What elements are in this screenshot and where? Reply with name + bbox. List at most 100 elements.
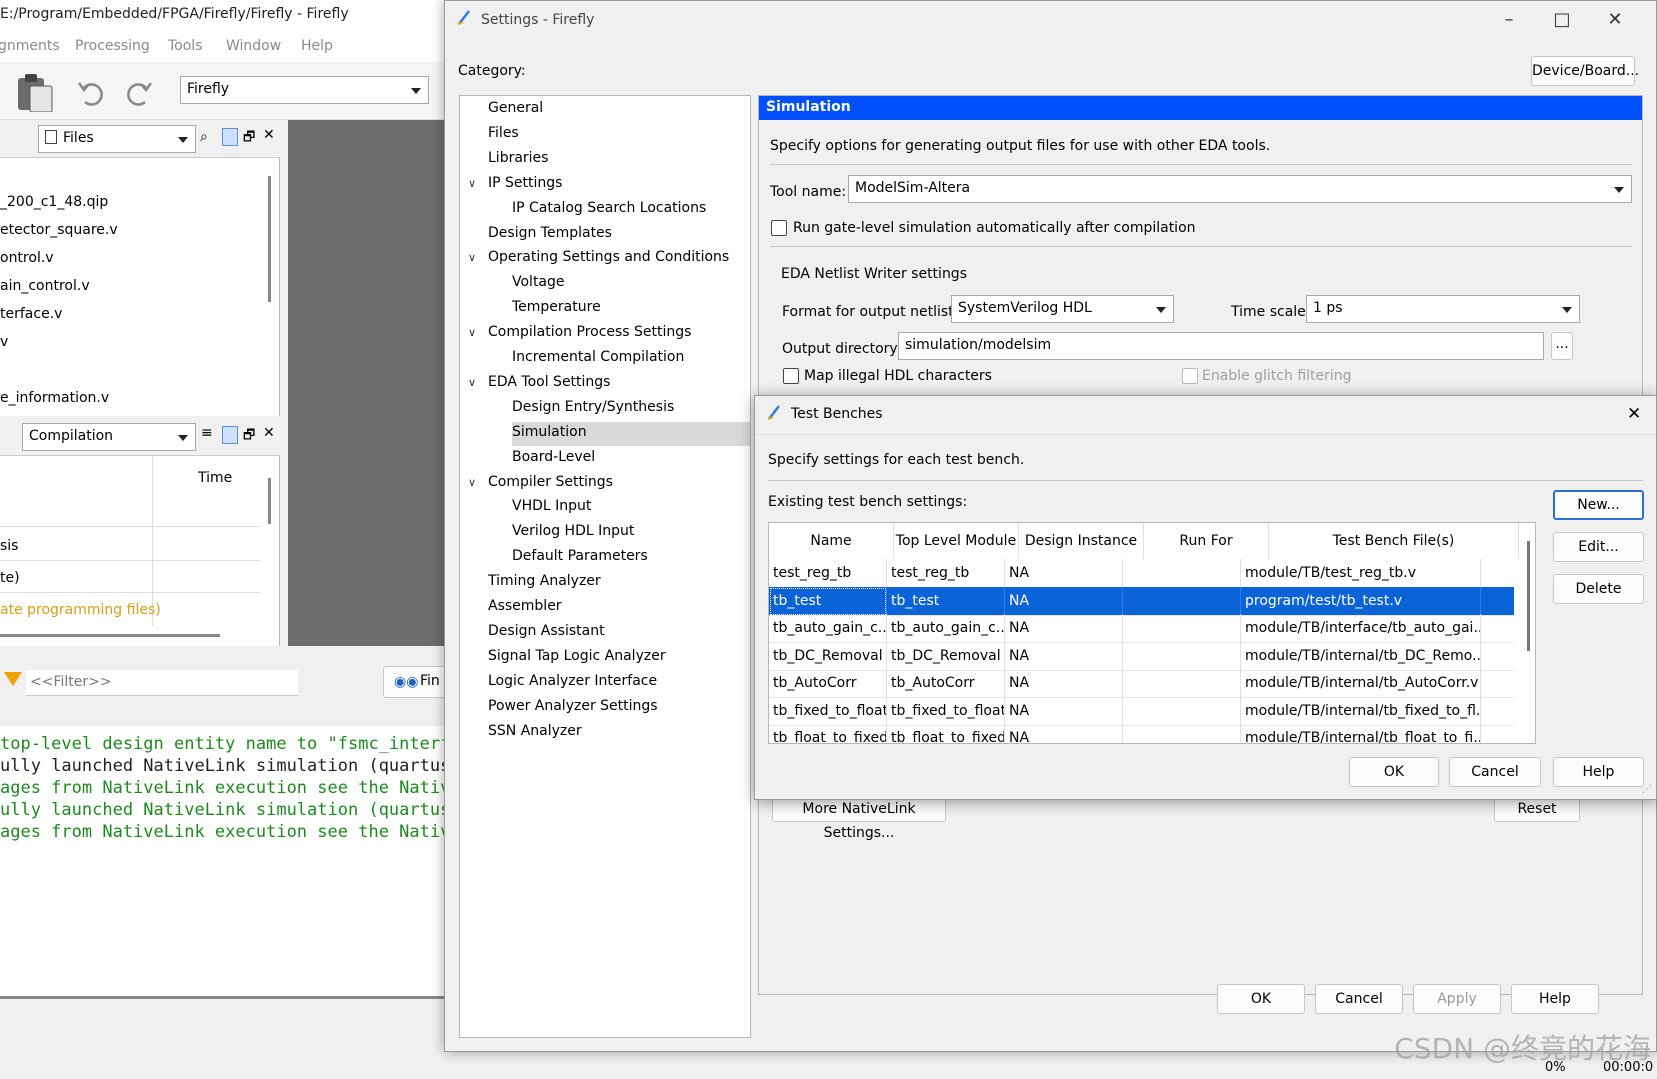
column-header-top-level[interactable]: Top Level Module (894, 523, 1019, 559)
category-item[interactable]: EDA Tool Settings (488, 374, 610, 390)
chevron-down-icon[interactable]: ∨ (468, 476, 476, 489)
vertical-scrollbar[interactable] (1527, 541, 1530, 651)
category-item[interactable]: IP Settings (488, 175, 562, 191)
menu-tools[interactable]: Tools (168, 38, 203, 54)
category-item[interactable]: Libraries (488, 150, 548, 166)
horizontal-scrollbar[interactable] (0, 634, 220, 637)
category-item[interactable]: SSN Analyzer (488, 723, 582, 739)
category-item[interactable]: Design Templates (488, 225, 612, 241)
run-gate-level-checkbox[interactable] (771, 220, 787, 236)
category-item[interactable]: Compilation Process Settings (488, 324, 691, 340)
settings-cancel-button[interactable]: Cancel (1315, 984, 1403, 1014)
edit-test-bench-button[interactable]: Edit... (1553, 532, 1644, 562)
close-icon[interactable]: ✕ (263, 127, 275, 143)
minimize-icon[interactable]: – (1494, 9, 1524, 31)
category-item[interactable]: Simulation (512, 424, 587, 440)
category-item[interactable]: IP Catalog Search Locations (512, 200, 706, 216)
chevron-down-icon[interactable]: ∨ (468, 177, 476, 190)
browse-button[interactable]: ... (1551, 332, 1573, 360)
file-item[interactable]: etector_square.v (0, 222, 118, 238)
table-row[interactable]: tb_float_to_fixed tb_float_to_fixed NA modu… (769, 724, 1514, 743)
glitch-checkbox[interactable] (1182, 368, 1198, 384)
map-illegal-checkbox[interactable] (783, 368, 799, 384)
undo-icon[interactable] (76, 78, 106, 108)
column-header-run-for[interactable]: Run For (1144, 523, 1269, 559)
column-header-design-instance[interactable]: Design Instance (1019, 523, 1144, 559)
redo-icon[interactable] (124, 78, 154, 108)
file-item[interactable]: ontrol.v (0, 250, 54, 266)
category-item[interactable]: VHDL Input (512, 498, 591, 514)
chevron-down-icon[interactable]: ∨ (468, 326, 476, 339)
table-row[interactable]: tb_test tb_test NA program/test/tb_test.v (769, 586, 1514, 616)
table-row[interactable]: tb_auto_gain_c... tb_auto_gain_c... NA modu… (769, 614, 1514, 643)
category-item[interactable]: Files (488, 125, 519, 141)
find-button[interactable]: ◉◉ Fin (383, 666, 453, 698)
timescale-combo[interactable]: 1 ps (1306, 295, 1580, 323)
chevron-down-icon[interactable]: ∨ (468, 376, 476, 389)
category-item[interactable]: Temperature (512, 299, 601, 315)
paste-icon[interactable] (16, 72, 54, 113)
tb-ok-button[interactable]: OK (1349, 757, 1439, 787)
settings-help-button[interactable]: Help (1511, 984, 1599, 1014)
category-item[interactable]: Voltage (512, 274, 565, 290)
table-row[interactable]: tb_fixed_to_float tb_fixed_to_float NA modu… (769, 696, 1514, 726)
float-icon[interactable]: 🗗 (243, 426, 255, 448)
chevron-down-icon[interactable]: ∨ (468, 251, 476, 264)
project-combo[interactable]: Firefly (180, 76, 429, 104)
console-hscrollbar[interactable] (0, 996, 450, 999)
menu-processing[interactable]: Processing (75, 38, 150, 54)
tasks-view-combo[interactable]: Compilation (22, 423, 196, 451)
settings-ok-button[interactable]: OK (1217, 984, 1305, 1014)
list-icon[interactable]: ≡ (201, 425, 213, 441)
new-test-bench-button[interactable]: New... (1553, 490, 1644, 520)
table-row[interactable]: tb_AutoCorr tb_AutoCorr NA module/TB/intern… (769, 669, 1514, 698)
menu-assignments[interactable]: gnments (0, 38, 60, 54)
table-row[interactable]: test_reg_tb test_reg_tb NA module/TB/test_r… (769, 559, 1514, 588)
category-item[interactable]: Default Parameters (512, 548, 648, 564)
settings-apply-button[interactable]: Apply (1413, 984, 1501, 1014)
resize-grip-icon[interactable]: ⋰ (1642, 784, 1652, 795)
category-item[interactable]: Power Analyzer Settings (488, 698, 658, 714)
menu-window[interactable]: Window (226, 38, 281, 54)
close-icon[interactable]: ✕ (1600, 9, 1630, 31)
tool-name-combo[interactable]: ModelSim-Altera (848, 175, 1632, 203)
file-item[interactable]: v (0, 334, 8, 350)
close-icon[interactable]: ✕ (1627, 404, 1641, 424)
delete-test-bench-button[interactable]: Delete (1553, 574, 1644, 604)
float-icon[interactable]: 🗗 (243, 128, 255, 150)
category-item[interactable]: Assembler (488, 598, 562, 614)
menu-help[interactable]: Help (301, 38, 333, 54)
maximize-icon[interactable]: □ (1547, 9, 1577, 31)
file-item[interactable]: terface.v (0, 306, 62, 322)
vertical-scrollbar[interactable] (268, 478, 271, 524)
search-icon[interactable]: ⌕ (200, 129, 208, 145)
column-header-name[interactable]: Name (769, 523, 894, 559)
output-dir-input[interactable]: simulation/modelsim (898, 332, 1544, 360)
category-item[interactable]: Compiler Settings (488, 474, 613, 490)
vertical-scrollbar[interactable] (268, 176, 271, 302)
category-item[interactable]: Design Assistant (488, 623, 605, 639)
file-item[interactable]: ain_control.v (0, 278, 90, 294)
category-item[interactable]: Design Entry/Synthesis (512, 399, 674, 415)
column-header-files[interactable]: Test Bench File(s) (1269, 523, 1519, 559)
pin-icon[interactable] (222, 426, 238, 444)
task-item[interactable]: sis (0, 538, 18, 554)
tb-help-button[interactable]: Help (1553, 757, 1644, 787)
table-row[interactable]: tb_DC_Removal tb_DC_Removal NA module/TB/in… (769, 641, 1514, 671)
category-item[interactable]: Verilog HDL Input (512, 523, 634, 539)
category-item[interactable]: Logic Analyzer Interface (488, 673, 657, 689)
format-combo[interactable]: SystemVerilog HDL (951, 295, 1174, 323)
pin-icon[interactable] (222, 128, 238, 146)
category-item[interactable]: Timing Analyzer (488, 573, 601, 589)
category-item[interactable]: General (488, 100, 543, 116)
category-item[interactable]: Operating Settings and Conditions (488, 249, 729, 265)
filter-input[interactable]: <<Filter>> (26, 670, 298, 696)
category-item[interactable]: Signal Tap Logic Analyzer (488, 648, 666, 664)
task-item[interactable]: ate programming files) (0, 602, 161, 618)
device-board-button[interactable]: Device/Board... (1531, 56, 1639, 86)
category-item[interactable]: Board-Level (512, 449, 595, 465)
close-icon[interactable]: ✕ (263, 425, 275, 441)
files-view-combo[interactable]: Files (38, 125, 196, 153)
tb-cancel-button[interactable]: Cancel (1449, 757, 1541, 787)
category-item[interactable]: Incremental Compilation (512, 349, 684, 365)
